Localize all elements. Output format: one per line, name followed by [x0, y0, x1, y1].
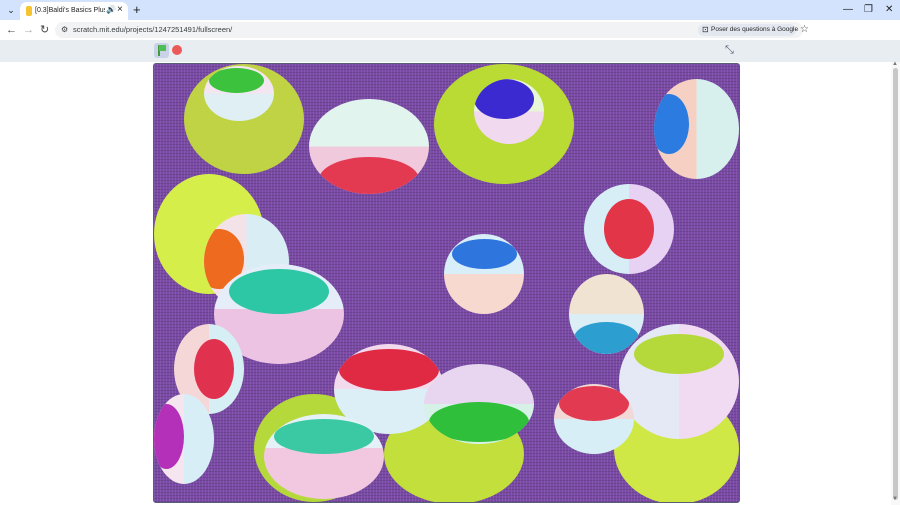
browser-tab[interactable]: [0.3]Baldi's Basics Plus in M 🔊 × — [20, 2, 128, 20]
stage-shape — [654, 79, 739, 179]
stage-shape — [554, 384, 634, 454]
scratch-cat-icon — [26, 6, 32, 16]
stage-shape — [444, 234, 524, 314]
speaker-icon[interactable]: 🔊 — [106, 4, 116, 16]
bookmark-star-icon[interactable]: ☆ — [800, 24, 809, 36]
site-info-icon[interactable]: ⚙ — [61, 24, 68, 36]
stage-shape — [474, 79, 544, 144]
url-text: scratch.mit.edu/projects/1247251491/full… — [73, 25, 233, 34]
stage-shape — [264, 414, 384, 499]
tab-search-icon[interactable]: ⌄ — [4, 3, 18, 17]
google-lens-label: Poser des questions à Google — [711, 26, 799, 33]
stop-button[interactable] — [172, 45, 182, 55]
stage-shape — [154, 394, 214, 484]
close-tab-icon[interactable]: × — [117, 3, 123, 17]
stage-shape — [569, 274, 644, 354]
browser-toolbar: ← → ↻ ⚙ scratch.mit.edu/projects/1247251… — [0, 20, 900, 55]
page-scrollbar[interactable]: ▲ ▼ — [891, 61, 900, 505]
close-icon[interactable]: ✕ — [885, 1, 893, 18]
reload-icon[interactable]: ↻ — [40, 21, 49, 39]
scroll-thumb[interactable] — [893, 68, 898, 500]
new-tab-icon[interactable]: + — [133, 1, 141, 18]
scratch-stage[interactable] — [153, 63, 740, 503]
google-lens-chip[interactable]: ⊡ Poser des questions à Google — [698, 24, 799, 36]
restore-icon[interactable]: ❐ — [864, 1, 873, 18]
scroll-up-icon[interactable]: ▲ — [892, 61, 898, 67]
stage-shape — [584, 184, 674, 274]
scroll-down-icon[interactable]: ▼ — [892, 496, 898, 502]
stage-shape — [619, 324, 739, 439]
tab-strip: ⌄ [0.3]Baldi's Basics Plus in M 🔊 × + — … — [0, 0, 900, 20]
back-icon[interactable]: ← — [6, 21, 17, 39]
lens-icon: ⊡ — [702, 25, 709, 34]
scratch-player-bar: ⤡ — [0, 40, 900, 62]
minimize-icon[interactable]: — — [843, 1, 853, 18]
forward-icon[interactable]: → — [23, 21, 34, 39]
green-flag-button[interactable] — [154, 43, 169, 58]
stage-shape — [424, 364, 534, 444]
exit-fullscreen-icon[interactable]: ⤡ — [725, 45, 734, 56]
stage-shape — [309, 99, 429, 194]
tab-title: [0.3]Baldi's Basics Plus in M — [35, 7, 105, 14]
address-bar[interactable]: ⚙ scratch.mit.edu/projects/1247251491/fu… — [55, 22, 809, 38]
green-flag-cloth — [159, 45, 166, 51]
stage-shape — [204, 66, 274, 121]
